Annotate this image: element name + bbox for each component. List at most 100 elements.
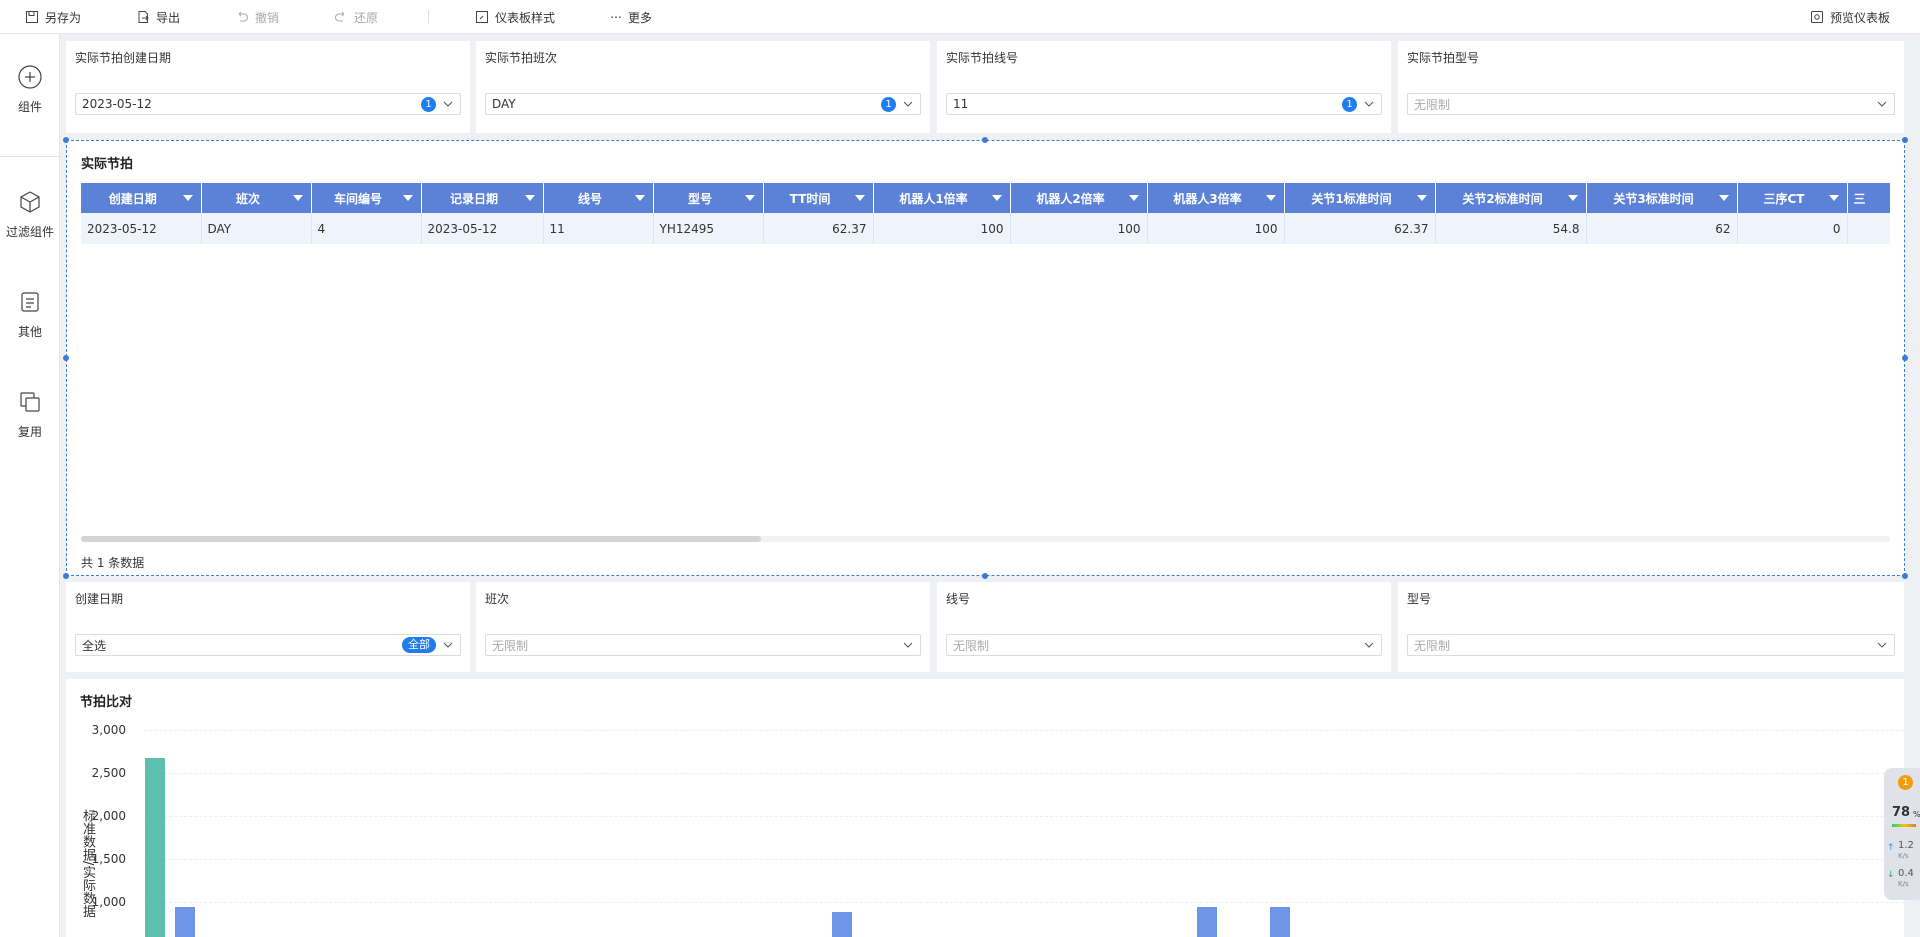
filter-shift-2: 班次 无限制 — [476, 582, 930, 672]
sort-arrow-icon — [634, 195, 645, 201]
filter-model: 实际节拍型号 无限制 — [1398, 41, 1904, 133]
chart-widget[interactable]: 节拍比对 标准数据/实际数据 3,000 2,500 2,000 1,500 1,000 — [66, 679, 1904, 937]
chevron-down-icon — [443, 642, 453, 648]
filter-create-date: 实际节拍创建日期 2023-05-12 1 — [66, 41, 470, 133]
line-select-2[interactable]: 无限制 — [946, 634, 1382, 656]
column-header[interactable]: 三 — [1847, 183, 1890, 213]
sidebar-item-components[interactable]: 组件 — [0, 64, 60, 115]
sort-arrow-icon — [1567, 195, 1578, 201]
scrollbar-thumb[interactable] — [81, 536, 761, 542]
resize-handle[interactable] — [1902, 355, 1908, 361]
download-arrow-icon: ↓ — [1887, 870, 1895, 880]
chart-title: 节拍比对 — [80, 695, 133, 710]
filter-line: 实际节拍线号 11 1 — [937, 41, 1391, 133]
column-header[interactable]: 创建日期 — [81, 183, 202, 213]
redo-icon — [335, 11, 345, 22]
more-button[interactable]: ⋯ 更多 — [610, 0, 652, 34]
chart-bar[interactable] — [1270, 907, 1290, 937]
resize-handle[interactable] — [1902, 573, 1908, 579]
sort-arrow-icon — [1718, 195, 1729, 201]
preview-dashboard-button[interactable]: 预览仪表板 — [1810, 0, 1890, 34]
resize-handle[interactable] — [1902, 137, 1908, 143]
upload-unit: K/s — [1898, 852, 1909, 860]
download-speed: 0.4 — [1898, 868, 1914, 879]
upload-arrow-icon: ↑ — [1887, 843, 1895, 853]
y-tick-label: 1,500 — [91, 852, 126, 866]
export-icon — [138, 11, 149, 23]
chart-bar[interactable] — [1197, 907, 1217, 937]
column-header[interactable]: 机器人1倍率 — [873, 183, 1011, 213]
column-header[interactable]: 三序CT — [1737, 183, 1848, 213]
plus-circle-icon — [18, 65, 42, 89]
filter-model-2: 型号 无限制 — [1398, 582, 1904, 672]
sort-arrow-icon — [524, 195, 535, 201]
export-button[interactable]: 导出 — [136, 0, 180, 34]
y-tick-label: 3,000 — [91, 723, 126, 737]
undo-button[interactable]: 撤销 — [235, 0, 279, 34]
undo-icon — [238, 11, 248, 22]
shift-select-2[interactable]: 无限制 — [485, 634, 921, 656]
column-header[interactable]: TT时间 — [763, 183, 874, 213]
grid-line — [144, 816, 1904, 817]
sort-arrow-icon — [1828, 195, 1839, 201]
resize-handle[interactable] — [63, 573, 69, 579]
column-header[interactable]: 机器人3倍率 — [1147, 183, 1285, 213]
column-header[interactable]: 关节1标准时间 — [1284, 183, 1436, 213]
chevron-down-icon — [903, 101, 913, 107]
download-unit: K/s — [1898, 880, 1909, 888]
palette-icon — [476, 11, 488, 23]
chevron-down-icon — [1364, 101, 1374, 107]
create-date-select[interactable]: 2023-05-12 1 — [75, 93, 461, 115]
y-tick-label: 2,000 — [91, 809, 126, 823]
resize-handle[interactable] — [982, 573, 988, 579]
shift-select[interactable]: DAY 1 — [485, 93, 921, 115]
preview-icon — [1811, 11, 1823, 23]
sort-arrow-icon — [744, 195, 755, 201]
more-icon: ⋯ — [610, 10, 622, 24]
resize-handle[interactable] — [63, 355, 69, 361]
sidebar-item-other[interactable]: 其他 — [0, 289, 60, 340]
resize-handle[interactable] — [982, 137, 988, 143]
chevron-down-icon — [1364, 642, 1374, 648]
chart-bar[interactable] — [832, 912, 852, 937]
column-header[interactable]: 型号 — [653, 183, 764, 213]
column-header[interactable]: 机器人2倍率 — [1010, 183, 1148, 213]
document-icon — [21, 292, 39, 312]
upload-speed: 1.2 — [1898, 840, 1914, 851]
sidebar: 组件 过滤组件 其他 复用 — [0, 34, 60, 937]
y-tick-label: 2,500 — [91, 766, 126, 780]
table-widget[interactable]: 实际节拍 创建日期 班次 车间编号 记录日期 线号 型号 TT时间 机器人1倍率… — [63, 137, 1908, 579]
column-header[interactable]: 记录日期 — [421, 183, 544, 213]
line-select[interactable]: 11 1 — [946, 93, 1382, 115]
cpu-percent: 78 — [1892, 805, 1911, 820]
toolbar: 另存为 导出 撤销 还原 仪表板样式 ⋯ 更多 预览仪表板 — [0, 0, 1920, 34]
toolbar-divider — [428, 10, 429, 24]
table-row[interactable]: 2023-05-12 DAY 4 2023-05-12 11 YH12495 6… — [81, 213, 1890, 244]
copy-icon — [20, 392, 40, 412]
model-select[interactable]: 无限制 — [1407, 93, 1895, 115]
column-header[interactable]: 班次 — [201, 183, 312, 213]
grid-line — [144, 730, 1904, 731]
created-date-select[interactable]: 全选 全部 — [75, 634, 461, 656]
sidebar-item-filter[interactable]: 过滤组件 — [0, 189, 60, 240]
column-header[interactable]: 线号 — [543, 183, 654, 213]
chevron-down-icon — [1877, 642, 1887, 648]
column-header[interactable]: 关节2标准时间 — [1435, 183, 1587, 213]
chart-bar[interactable] — [175, 907, 195, 937]
resize-handle[interactable] — [63, 137, 69, 143]
horizontal-scrollbar[interactable] — [81, 536, 1890, 542]
network-monitor-widget[interactable]: 1 78 % ↑ 1.2 K/s ↓ 0.4 K/s — [1884, 768, 1920, 900]
alert-badge: 1 — [1898, 775, 1913, 790]
column-header[interactable]: 关节3标准时间 — [1586, 183, 1738, 213]
save-as-button[interactable]: 另存为 — [25, 0, 81, 34]
chart-bar[interactable] — [145, 757, 165, 937]
grid-line — [144, 902, 1904, 903]
model-select-2[interactable]: 无限制 — [1407, 634, 1895, 656]
column-header[interactable]: 车间编号 — [311, 183, 422, 213]
sidebar-item-reuse[interactable]: 复用 — [0, 389, 60, 440]
count-badge: 1 — [1342, 96, 1357, 112]
cube-icon — [20, 191, 40, 213]
redo-button[interactable]: 还原 — [334, 0, 378, 34]
usage-bar — [1892, 824, 1916, 827]
dashboard-style-button[interactable]: 仪表板样式 — [475, 0, 555, 34]
